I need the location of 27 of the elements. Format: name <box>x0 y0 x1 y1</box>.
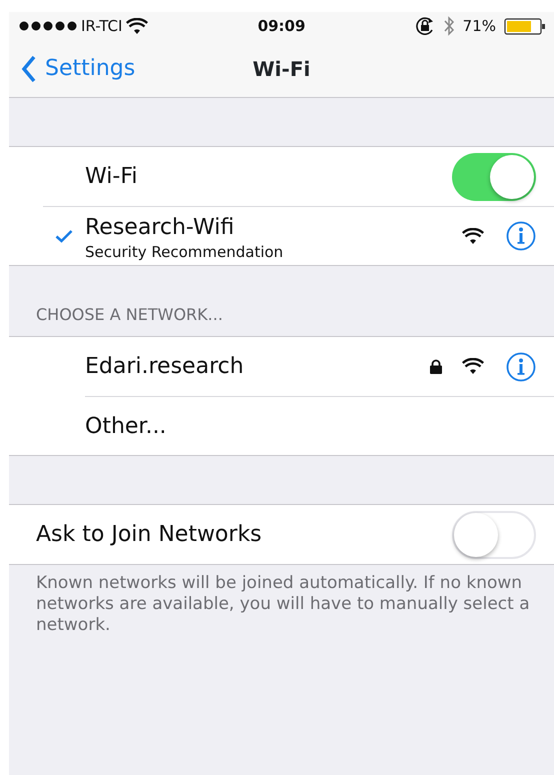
status-time: 09:09 <box>258 16 306 37</box>
bluetooth-icon <box>442 16 455 36</box>
rotation-lock-icon <box>414 17 435 35</box>
section-header: CHOOSE A NETWORK... <box>35 304 224 326</box>
network-name: Other... <box>85 412 166 440</box>
back-chevron-icon <box>21 54 37 82</box>
back-button[interactable]: Settings <box>9 52 136 85</box>
page-title: Wi-Fi <box>252 56 310 80</box>
wifi-icon <box>126 18 148 34</box>
network-name: Edari.research <box>85 353 244 381</box>
signal-icon <box>19 21 77 31</box>
wifi-icon <box>462 228 484 244</box>
wifi-icon <box>462 358 484 375</box>
other-network-row[interactable]: Other... <box>85 396 554 455</box>
row-label: Wi-Fi <box>85 163 138 191</box>
row-label: Ask to Join Networks <box>36 521 262 549</box>
battery-icon <box>504 18 546 34</box>
info-icon[interactable] <box>506 352 536 382</box>
wifi-toggle[interactable] <box>452 152 536 200</box>
footer-note: Known networks will be joined automatically. If no known networks are available, you will have to manually select a network. <box>35 572 531 636</box>
network-row[interactable]: Edari.research <box>85 337 554 396</box>
info-icon[interactable] <box>506 221 536 251</box>
battery-percent: 71% <box>462 16 496 37</box>
network-name: Research-Wifi <box>85 214 236 242</box>
ask-to-join-toggle[interactable] <box>452 510 536 558</box>
network-subtitle: Security Recommendation <box>85 244 284 261</box>
carrier-name: IR-TCI <box>81 16 122 37</box>
